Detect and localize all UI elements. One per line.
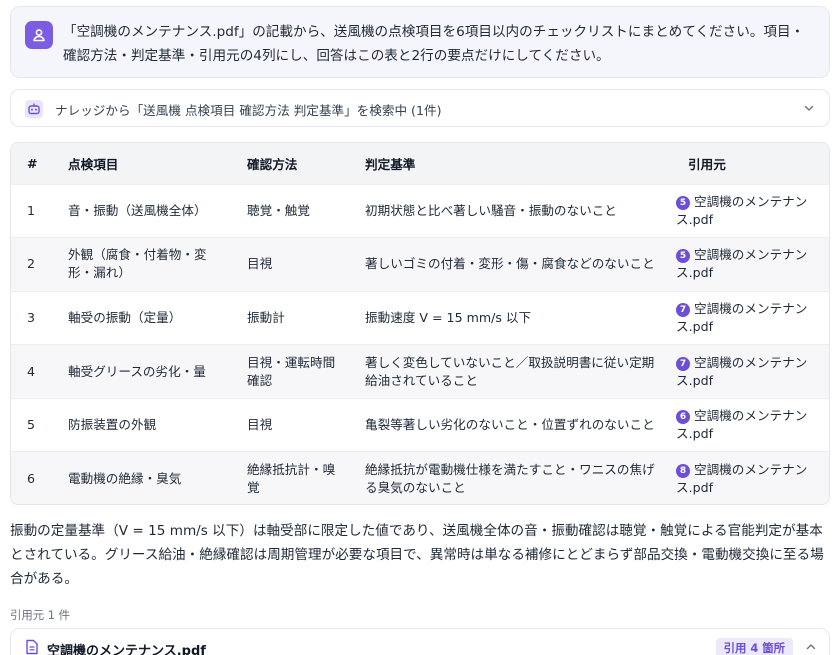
row-method: 振動計	[247, 309, 285, 325]
citation-count-badge: 引用 4 箇所	[715, 638, 793, 655]
row-citation: 5 空調機のメンテナンス.pdf	[672, 184, 829, 238]
row-criteria: 絶縁抵抗が電動機仕様を満たすこと・ワニスの焦げる臭気のないこと	[365, 462, 655, 496]
row-citation: 7 空調機のメンテナンス.pdf	[672, 345, 829, 399]
row-method: 目視	[247, 417, 273, 433]
row-criteria: 著しいゴミの付着・変形・傷・腐食などのないこと	[365, 256, 655, 272]
row-criteria: 亀裂等著しい劣化のないこと・位置ずれのないこと	[365, 417, 655, 433]
table-row: 6 電動機の絶縁・臭気 絶縁抵抗計・嗅覚 絶縁抵抗が電動機仕様を満たすこと・ワニ…	[11, 451, 829, 504]
row-item: 電動機の絶縁・臭気	[68, 471, 182, 487]
row-number: 3	[27, 309, 36, 325]
header-criteria: 判定基準	[365, 156, 416, 172]
chevron-up-icon[interactable]	[805, 641, 817, 653]
citation-badge[interactable]: 5	[676, 195, 690, 210]
user-prompt-bubble: 「空調機のメンテナンス.pdf」の記載から、送風機の点検項目を6項目以内のチェッ…	[10, 6, 830, 78]
table-row: 5 防振装置の外観 目視 亀裂等著しい劣化のないこと・位置ずれのないこと 6 空調…	[11, 398, 829, 452]
citation-badge[interactable]: 6	[676, 410, 690, 425]
row-number: 5	[27, 417, 36, 433]
citation-count: 引用元 1 件	[10, 608, 71, 622]
row-criteria: 初期状態と比べ著しい騒音・振動のないこと	[365, 202, 617, 218]
row-citation: 6 空調機のメンテナンス.pdf	[672, 398, 829, 452]
row-number: 2	[27, 256, 36, 272]
row-item: 軸受の振動（定量）	[68, 309, 182, 325]
prompt-text: 「空調機のメンテナンス.pdf」の記載から、送風機の点検項目を6項目以内のチェッ…	[63, 24, 805, 64]
row-citation: 7 空調機のメンテナンス.pdf	[672, 291, 829, 345]
citation-source[interactable]: 空調機のメンテナンス.pdf	[676, 408, 807, 441]
document-icon	[26, 639, 38, 655]
row-item: 防振装置の外観	[68, 417, 157, 433]
row-criteria: 振動速度 V = 15 mm/s 以下	[365, 309, 532, 325]
citation-badge[interactable]: 5	[676, 249, 690, 264]
table-row: 4 軸受グリースの劣化・量 目視・運転時間確認 著しく変色していないこと／取扱説…	[11, 344, 829, 399]
citation-source[interactable]: 空調機のメンテナンス.pdf	[676, 462, 807, 495]
header-item: 点検項目	[68, 156, 119, 172]
header-method: 確認方法	[247, 156, 298, 172]
table-row: 3 軸受の振動（定量） 振動計 振動速度 V = 15 mm/s 以下 7 空調機…	[11, 291, 829, 345]
row-method: 絶縁抵抗計・嗅覚	[247, 462, 336, 496]
row-number: 4	[27, 363, 36, 379]
source-name[interactable]: 空調機のメンテナンス.pdf	[47, 640, 206, 655]
row-item: 軸受グリースの劣化・量	[68, 363, 206, 379]
row-method: 目視・運転時間確認	[247, 354, 336, 388]
row-number: 6	[27, 471, 36, 487]
user-icon	[33, 29, 45, 42]
header-citation: 引用元	[688, 156, 726, 172]
search-status-text: ナレッジから「送風機 点検項目 確認方法 判定基準」を検索中 (1件)	[55, 103, 442, 118]
row-criteria: 著しく変色していないこと／取扱説明書に従い定期給油されていること	[365, 354, 655, 388]
chevron-down-icon[interactable]	[803, 102, 815, 114]
row-item: 音・振動（送風機全体）	[68, 202, 207, 218]
table-row: 2 外観（腐食・付着物・変形・漏れ） 目視 著しいゴミの付着・変形・傷・腐食など…	[11, 237, 829, 292]
citation-source[interactable]: 空調機のメンテナンス.pdf	[676, 247, 807, 280]
row-number: 1	[27, 202, 36, 218]
knowledge-search-status[interactable]: ナレッジから「送風機 点検項目 確認方法 判定基準」を検索中 (1件)	[10, 89, 830, 127]
bot-icon	[25, 100, 43, 118]
citation-source[interactable]: 空調機のメンテナンス.pdf	[676, 194, 807, 227]
summary-text: 振動の定量基準（V = 15 mm/s 以下）は軸受部に限定した値であり、送風機…	[10, 523, 824, 587]
table-header-row: # 点検項目 確認方法 判定基準 引用元	[11, 143, 829, 184]
row-method: 聴覚・触覚	[247, 202, 310, 218]
header-number: #	[27, 155, 38, 171]
citation-badge[interactable]: 7	[676, 356, 690, 371]
citation-source[interactable]: 空調機のメンテナンス.pdf	[676, 301, 807, 334]
user-avatar	[25, 21, 53, 49]
row-citation: 5 空調機のメンテナンス.pdf	[672, 238, 829, 292]
citation-badge[interactable]: 7	[676, 302, 690, 317]
checklist-table: # 点検項目 確認方法 判定基準 引用元 1 音・振動（送風機全体） 聴覚・触覚…	[10, 142, 830, 505]
citation-badge[interactable]: 8	[676, 464, 690, 479]
row-citation: 8 空調機のメンテナンス.pdf	[672, 452, 829, 504]
table-row: 1 音・振動（送風機全体） 聴覚・触覚 初期状態と比べ著しい騒音・振動のないこと…	[11, 184, 829, 238]
source-card[interactable]: 空調機のメンテナンス.pdf 引用 4 箇所	[10, 628, 830, 655]
row-method: 目視	[247, 256, 273, 272]
citation-source[interactable]: 空調機のメンテナンス.pdf	[676, 355, 807, 388]
row-item: 外観（腐食・付着物・変形・漏れ）	[68, 247, 207, 281]
